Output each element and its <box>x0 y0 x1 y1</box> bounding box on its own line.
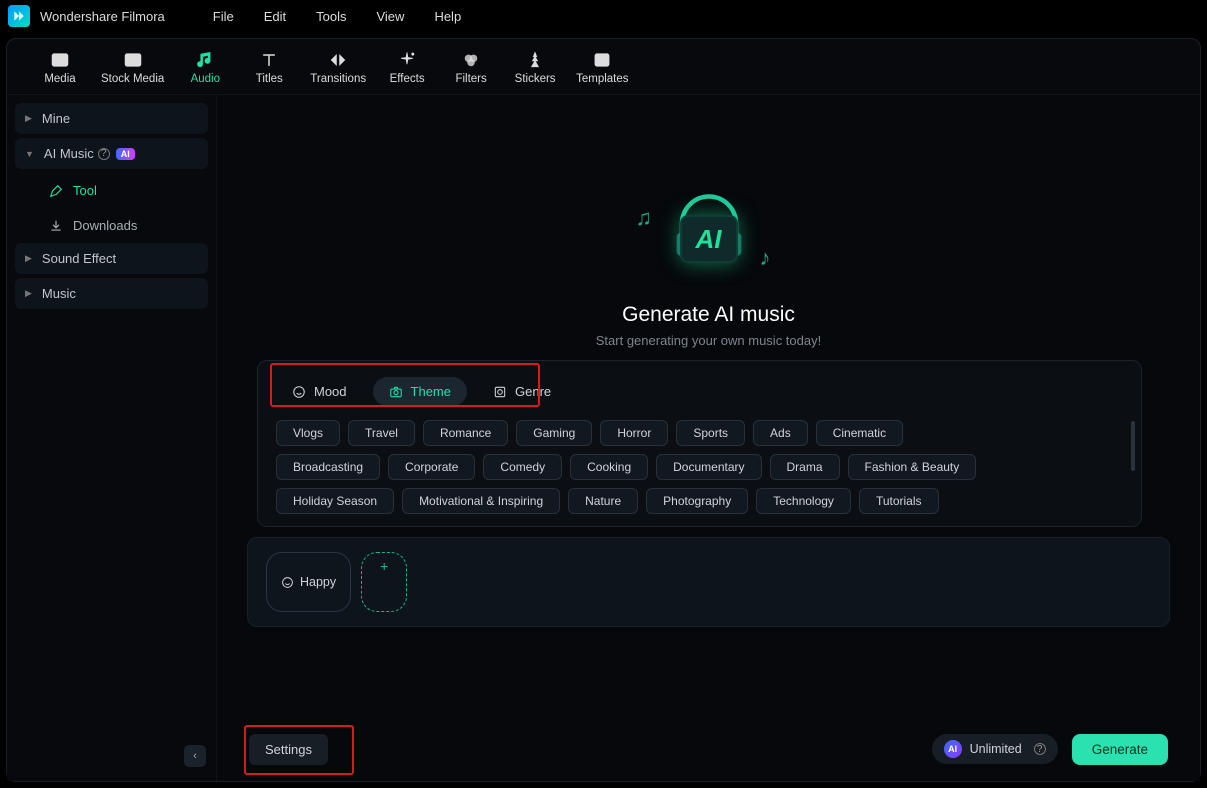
chip-holiday-season[interactable]: Holiday Season <box>276 488 394 514</box>
sidebar-item-downloads[interactable]: Downloads <box>15 208 208 243</box>
chip-gaming[interactable]: Gaming <box>516 420 592 446</box>
toolbar-templates[interactable]: Templates <box>576 49 628 85</box>
sparkle-icon <box>397 49 417 71</box>
chip-vlogs[interactable]: Vlogs <box>276 420 340 446</box>
app-title: Wondershare Filmora <box>40 9 165 24</box>
text-icon <box>259 49 279 71</box>
chevron-right-icon: ▶ <box>25 113 32 124</box>
sidebar-item-mine[interactable]: ▶ Mine <box>15 103 208 134</box>
chip-corporate[interactable]: Corporate <box>388 454 475 480</box>
music-note-icon: ♫ <box>636 205 653 231</box>
sidebar-collapse-button[interactable]: ‹ <box>184 745 206 767</box>
toolbar-transitions[interactable]: Transitions <box>310 49 366 85</box>
chip-travel[interactable]: Travel <box>348 420 415 446</box>
tab-genre[interactable]: Genre <box>477 377 567 406</box>
sidebar-item-music[interactable]: ▶ Music <box>15 278 208 309</box>
picture-icon <box>50 49 70 71</box>
chip-photography[interactable]: Photography <box>646 488 748 514</box>
page-subtitle: Start generating your own music today! <box>596 333 821 348</box>
chip-comedy[interactable]: Comedy <box>483 454 562 480</box>
chevron-left-icon: ‹ <box>193 750 197 762</box>
sticker-icon <box>525 49 545 71</box>
ai-badge: AI <box>116 148 135 160</box>
music-note-icon: ♪ <box>760 245 771 271</box>
scrollbar[interactable] <box>1131 421 1135 471</box>
menu-file[interactable]: File <box>213 9 234 24</box>
chip-sports[interactable]: Sports <box>676 420 745 446</box>
chip-ads[interactable]: Ads <box>753 420 808 446</box>
add-selection-button[interactable]: + <box>361 552 407 612</box>
menu-help[interactable]: Help <box>434 9 461 24</box>
chip-drama[interactable]: Drama <box>770 454 840 480</box>
chip-nature[interactable]: Nature <box>568 488 638 514</box>
transitions-icon <box>328 49 348 71</box>
unlimited-badge[interactable]: AI Unlimited ? <box>932 734 1058 764</box>
ai-icon: AI <box>944 740 962 758</box>
help-icon[interactable]: ? <box>1034 743 1046 755</box>
generate-button[interactable]: Generate <box>1072 734 1168 765</box>
chip-documentary[interactable]: Documentary <box>656 454 761 480</box>
toolbar-effects[interactable]: Effects <box>384 49 430 85</box>
sidebar-item-ai-music[interactable]: ▼ AI Music ? AI <box>15 138 208 169</box>
toolbar-stickers[interactable]: Stickers <box>512 49 558 85</box>
category-panel: Mood Theme Genre Vlogs Travel <box>257 360 1142 527</box>
chip-cooking[interactable]: Cooking <box>570 454 648 480</box>
menu-view[interactable]: View <box>376 9 404 24</box>
templates-icon <box>592 49 612 71</box>
chip-motivational[interactable]: Motivational & Inspiring <box>402 488 560 514</box>
page-title: Generate AI music <box>622 303 795 327</box>
chip-romance[interactable]: Romance <box>423 420 508 446</box>
sidebar-item-tool[interactable]: Tool <box>15 173 208 208</box>
selected-chip-happy[interactable]: Happy <box>266 552 351 612</box>
menu-tools[interactable]: Tools <box>316 9 346 24</box>
toolbar-stock-media[interactable]: Stock Media <box>101 49 164 85</box>
camera-icon <box>389 385 403 399</box>
filters-icon <box>461 49 481 71</box>
toolbar-media[interactable]: Media <box>37 49 83 85</box>
sidebar-item-sound-effect[interactable]: ▶ Sound Effect <box>15 243 208 274</box>
chip-technology[interactable]: Technology <box>756 488 851 514</box>
smile-icon <box>281 576 294 589</box>
chevron-down-icon: ▼ <box>25 149 34 159</box>
help-icon[interactable]: ? <box>98 148 110 160</box>
download-icon <box>49 219 63 233</box>
album-icon <box>493 385 507 399</box>
chip-horror[interactable]: Horror <box>600 420 668 446</box>
toolbar-filters[interactable]: Filters <box>448 49 494 85</box>
cloud-icon <box>123 49 143 71</box>
menu-edit[interactable]: Edit <box>264 9 286 24</box>
chevron-right-icon: ▶ <box>25 253 32 264</box>
toolbar-audio[interactable]: Audio <box>182 49 228 85</box>
ai-music-illustration: AI ♫ ♪ <box>634 183 784 293</box>
selection-bar: Happy + <box>247 537 1170 627</box>
chevron-right-icon: ▶ <box>25 288 32 299</box>
chip-broadcasting[interactable]: Broadcasting <box>276 454 380 480</box>
music-note-icon <box>195 49 215 71</box>
tab-mood[interactable]: Mood <box>276 377 363 406</box>
chip-tutorials[interactable]: Tutorials <box>859 488 939 514</box>
tab-theme[interactable]: Theme <box>373 377 467 406</box>
chip-cinematic[interactable]: Cinematic <box>816 420 903 446</box>
settings-button[interactable]: Settings <box>249 734 328 765</box>
app-logo <box>8 5 30 27</box>
chip-fashion-beauty[interactable]: Fashion & Beauty <box>848 454 977 480</box>
pen-icon <box>49 184 63 198</box>
toolbar-titles[interactable]: Titles <box>246 49 292 85</box>
smile-icon <box>292 385 306 399</box>
